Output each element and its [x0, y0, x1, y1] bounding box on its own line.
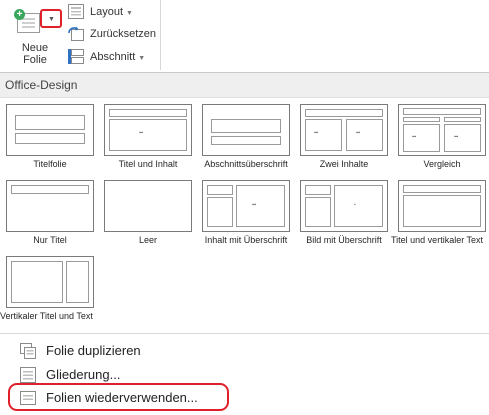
layout-thumb-zwei-inhalte[interactable]: ▪▪▪ ▪▪▪	[300, 104, 388, 156]
outline-label: Gliederung...	[46, 367, 121, 382]
content-placeholder-icon: ▪▪▪	[454, 134, 458, 140]
layout-caption: Nur Titel	[33, 235, 67, 245]
layout-thumb-vergleich[interactable]: ▪▪▪ ▪▪▪	[398, 104, 486, 156]
layout-caption: Zwei Inhalte	[319, 159, 369, 169]
duplicate-slide-icon	[20, 343, 36, 359]
reset-icon	[68, 26, 84, 41]
duplicate-slide-label: Folie duplizieren	[46, 343, 141, 358]
gallery-section-header: Office-Design	[0, 73, 489, 98]
dropdown-arrow-icon: ▼	[48, 16, 55, 23]
layout-thumb-titel-und-inhalt[interactable]: ▪▪▪	[104, 104, 192, 156]
layout-caption: Vergleich	[423, 159, 461, 169]
layout-thumb-titelfolie[interactable]	[6, 104, 94, 156]
layout-thumb-inhalt-mit-ueberschrift[interactable]: ▪▪▪	[202, 180, 290, 232]
layout-caption: Titel und vertikaler Text	[391, 235, 484, 245]
ribbon-slides-group: + ▼ Neue Folie Layout ▼ Zurücksetzen Absc…	[0, 0, 489, 70]
ribbon-divider	[160, 0, 161, 70]
layout-caption: Inhalt mit Überschrift	[204, 235, 288, 245]
menu-separator	[0, 333, 489, 334]
layout-icon	[68, 4, 84, 19]
content-placeholder-icon: ▪▪▪	[252, 202, 256, 208]
content-placeholder-icon: ▪▪▪	[356, 130, 360, 136]
new-slide-button[interactable]: +	[14, 9, 40, 33]
layout-thumb-vertikaler-titel-und-text[interactable]	[6, 256, 94, 308]
section-icon	[68, 49, 84, 64]
picture-placeholder-icon: ▪	[354, 202, 356, 208]
layout-gallery-dropdown: Office-Design Titelfolie ▪▪▪ Titel und I…	[0, 72, 489, 415]
content-placeholder-icon: ▪▪▪	[139, 130, 143, 136]
content-placeholder-icon: ▪▪▪	[314, 130, 318, 136]
new-slide-label: Neue Folie	[21, 42, 49, 66]
layout-thumb-abschnittsueberschrift[interactable]	[202, 104, 290, 156]
section-label: Abschnitt	[90, 51, 136, 63]
layout-thumb-titel-und-vertikaler-text[interactable]	[398, 180, 486, 232]
chevron-down-icon: ▼	[126, 10, 133, 17]
layout-caption: Bild mit Überschrift	[306, 235, 382, 245]
layout-caption: Vertikaler Titel und Text	[0, 311, 93, 321]
highlight-annotation	[8, 383, 229, 411]
layout-label: Layout	[90, 6, 124, 18]
reset-label: Zurücksetzen	[90, 28, 157, 40]
layout-caption: Titel und Inhalt	[118, 159, 178, 169]
layout-thumb-bild-mit-ueberschrift[interactable]: ▪	[300, 180, 388, 232]
chevron-down-icon: ▼	[138, 55, 146, 62]
content-placeholder-icon: ▪▪▪	[412, 134, 416, 140]
layout-thumb-nur-titel[interactable]	[6, 180, 94, 232]
layout-caption: Leer	[138, 235, 157, 245]
outline-icon	[20, 367, 36, 383]
layout-thumb-leer[interactable]	[104, 180, 192, 232]
plus-icon: +	[14, 9, 25, 20]
gallery-section-title: Office-Design	[5, 78, 78, 92]
new-slide-dropdown-button[interactable]: ▼	[40, 9, 62, 28]
layout-caption: Abschnittsüberschrift	[204, 159, 288, 169]
layout-caption: Titelfolie	[33, 159, 67, 169]
